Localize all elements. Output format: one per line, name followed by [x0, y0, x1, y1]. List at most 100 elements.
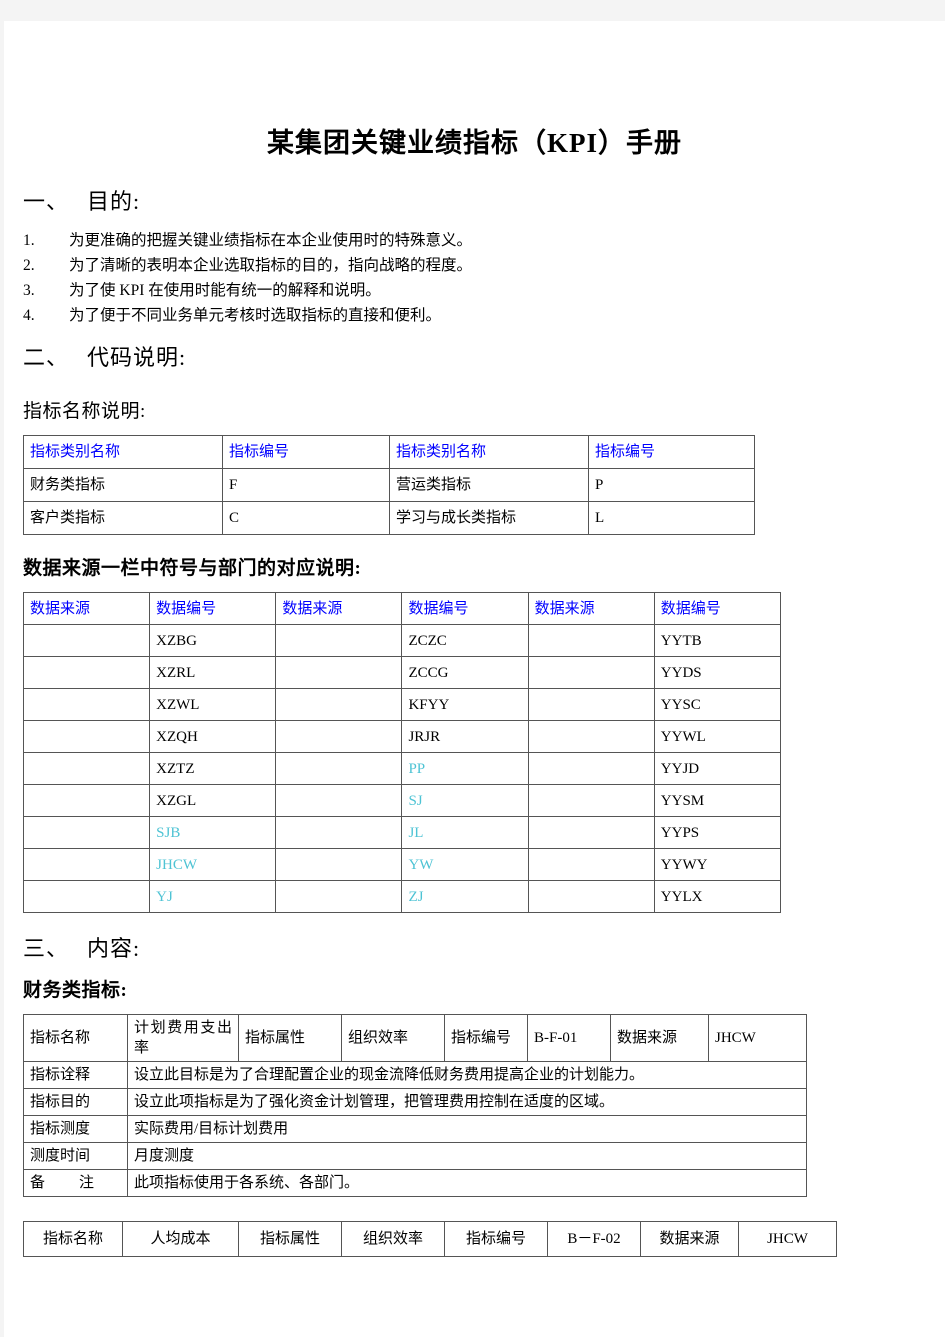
list-item-index: 3. — [23, 282, 35, 299]
value-indicator-name: 计划费用支出率 — [127, 1014, 239, 1062]
table-cell — [527, 784, 655, 817]
table-cell — [275, 656, 403, 689]
table-cell: XZGL — [149, 784, 277, 817]
table-cell — [275, 816, 403, 849]
list-item-text: 为了清晰的表明本企业选取指标的目的，指向战略的程度。 — [69, 257, 473, 274]
table-cell: C — [222, 501, 390, 535]
list-item-index: 1. — [23, 232, 35, 249]
table-header-row: 指标类别名称 指标编号 指标类别名称 指标编号 — [23, 435, 755, 469]
table-cell: 客户类指标 — [23, 501, 223, 535]
table-cell — [527, 816, 655, 849]
list-item: 2. 为了清晰的表明本企业选取指标的目的，指向战略的程度。 — [4, 253, 945, 278]
table-cell — [527, 848, 655, 881]
table-cell — [275, 848, 403, 881]
table-cell: XZTZ — [149, 752, 277, 785]
column-header: 数据编号 — [653, 592, 781, 625]
table-cell: XZQH — [149, 720, 277, 753]
row-label: 指标诠释 — [23, 1061, 128, 1089]
table-cell — [22, 752, 151, 785]
table-cell — [275, 720, 403, 753]
row-label: 指标测度 — [23, 1115, 128, 1143]
table-row: 客户类指标 C 学习与成长类指标 L — [23, 501, 755, 535]
table-cell — [527, 656, 655, 689]
table-row: YJ ZJ YYLX — [22, 880, 781, 913]
list-item-index: 2. — [23, 257, 35, 274]
table-cell — [275, 624, 403, 657]
table-row: XZTZ PP YYJD — [22, 752, 781, 785]
section-title-1: 目的: — [87, 189, 141, 214]
table-cell — [527, 688, 655, 721]
table-cell: YYPS — [653, 816, 781, 849]
table-cell: 财务类指标 — [23, 468, 223, 502]
table-cell: YYTB — [653, 624, 781, 657]
table-kpi-detail-02: 指标名称 人均成本 指标属性 组织效率 指标编号 B－F-02 数据来源 JHC… — [23, 1221, 837, 1257]
table-cell — [22, 784, 151, 817]
table-cell: JRJR — [401, 720, 529, 753]
table-row: XZGL SJ YYSM — [22, 784, 781, 817]
table-cell: YYSC — [653, 688, 781, 721]
table-row: XZRL ZCCG YYDS — [22, 656, 781, 689]
row-value: 设立此项指标是为了强化资金计划管理，把管理费用控制在适度的区域。 — [127, 1088, 807, 1116]
table-cell — [527, 720, 655, 753]
section-number-3: 三、 — [23, 936, 70, 961]
table-cell: F — [222, 468, 390, 502]
list-item-index: 4. — [23, 307, 35, 324]
table-cell: XZWL — [149, 688, 277, 721]
table-cell — [22, 816, 151, 849]
label-indicator-attribute: 指标属性 — [238, 1221, 342, 1257]
table-cell: YYLX — [653, 880, 781, 913]
column-header: 数据来源 — [275, 592, 403, 625]
section-heading-codes: 二、 代码说明: — [4, 340, 945, 372]
section-number-1: 一、 — [23, 189, 70, 214]
table-row: 指标诠释 设立此目标是为了合理配置企业的现金流降低财务费用提高企业的计划能力。 — [23, 1061, 807, 1089]
table-cell: YW — [401, 848, 529, 881]
row-value: 实际费用/目标计划费用 — [127, 1115, 807, 1143]
column-header: 数据来源 — [527, 592, 655, 625]
column-header: 数据编号 — [149, 592, 277, 625]
table-cell — [275, 688, 403, 721]
table-row: JHCW YW YYWY — [22, 848, 781, 881]
row-label: 测度时间 — [23, 1142, 128, 1170]
table-cell — [275, 752, 403, 785]
section-title-3: 内容: — [87, 936, 141, 961]
list-item: 4. 为了便于不同业务单元考核时选取指标的直接和便利。 — [4, 303, 945, 328]
table-row: 备 注 此项指标使用于各系统、各部门。 — [23, 1169, 807, 1197]
table-cell: L — [588, 501, 755, 535]
table-cell: XZBG — [149, 624, 277, 657]
label-data-source: 数据来源 — [610, 1014, 709, 1062]
table-row: 测度时间 月度测度 — [23, 1142, 807, 1170]
value-indicator-name: 人均成本 — [122, 1221, 239, 1257]
column-header: 指标类别名称 — [389, 435, 589, 469]
table-cell: YYWL — [653, 720, 781, 753]
table-cell — [527, 752, 655, 785]
table-cell: P — [588, 468, 755, 502]
table-row: 指标名称 计划费用支出率 指标属性 组织效率 指标编号 B-F-01 数据来源 … — [23, 1014, 807, 1062]
table-cell — [22, 720, 151, 753]
table-cell: SJ — [401, 784, 529, 817]
subheading-financial-indicators: 财务类指标: — [23, 980, 128, 1001]
table-cell: YYSM — [653, 784, 781, 817]
purpose-list: 1. 为更准确的把握关键业绩指标在本企业使用时的特殊意义。 2. 为了清晰的表明本企… — [4, 228, 945, 328]
table-cell: KFYY — [401, 688, 529, 721]
value-data-source: JHCW — [738, 1221, 837, 1257]
value-indicator-attribute: 组织效率 — [341, 1221, 445, 1257]
table-cell: PP — [401, 752, 529, 785]
page-title: 某集团关键业绩指标（KPI）手册 — [266, 128, 682, 158]
table-cell — [275, 880, 403, 913]
table-cell: YYJD — [653, 752, 781, 785]
label-indicator-code: 指标编号 — [444, 1014, 528, 1062]
table-row: 指标名称 人均成本 指标属性 组织效率 指标编号 B－F-02 数据来源 JHC… — [23, 1221, 837, 1257]
subheading-name-codes: 指标名称说明: — [23, 401, 146, 422]
table-cell: JL — [401, 816, 529, 849]
value-indicator-attribute: 组织效率 — [341, 1014, 445, 1062]
table-row: 财务类指标 F 营运类指标 P — [23, 468, 755, 502]
table-cell — [22, 656, 151, 689]
table-row: XZBG ZCZC YYTB — [22, 624, 781, 657]
table-cell — [22, 848, 151, 881]
table-cell — [275, 784, 403, 817]
table-row: 指标测度 实际费用/目标计划费用 — [23, 1115, 807, 1143]
label-indicator-name: 指标名称 — [23, 1221, 123, 1257]
list-item: 3. 为了使 KPI 在使用时能有统一的解释和说明。 — [4, 278, 945, 303]
table-cell: ZCZC — [401, 624, 529, 657]
table-row: SJB JL YYPS — [22, 816, 781, 849]
